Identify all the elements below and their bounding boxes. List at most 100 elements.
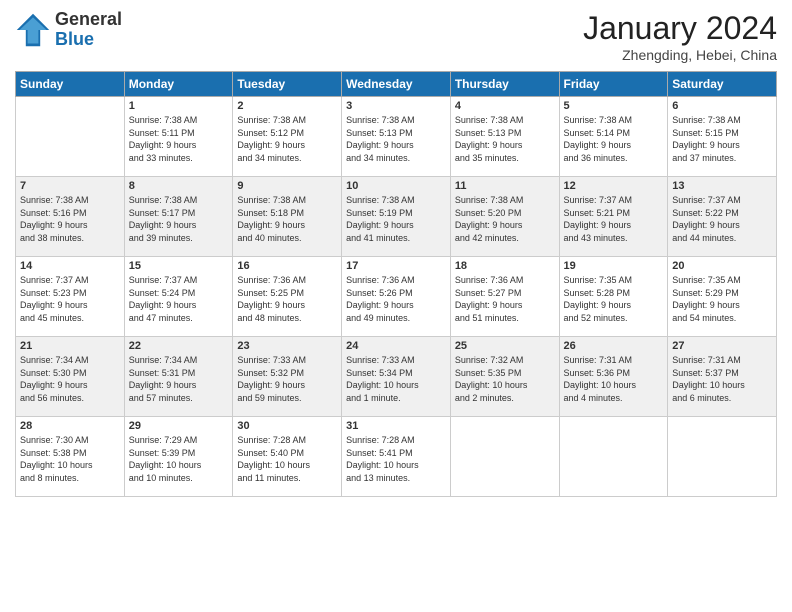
calendar-week-1: 1Sunrise: 7:38 AM Sunset: 5:11 PM Daylig… <box>16 97 777 177</box>
day-info: Sunrise: 7:33 AM Sunset: 5:32 PM Dayligh… <box>237 354 337 404</box>
calendar-cell: 22Sunrise: 7:34 AM Sunset: 5:31 PM Dayli… <box>124 337 233 417</box>
day-number: 13 <box>672 180 772 192</box>
day-info: Sunrise: 7:30 AM Sunset: 5:38 PM Dayligh… <box>20 434 120 484</box>
day-number: 6 <box>672 100 772 112</box>
calendar-cell: 1Sunrise: 7:38 AM Sunset: 5:11 PM Daylig… <box>124 97 233 177</box>
day-number: 15 <box>129 260 229 272</box>
calendar-cell: 14 Sunrise: 7:37 AM Sunset: 5:23 PM Dayli… <box>16 257 125 337</box>
calendar-cell: 5Sunrise: 7:38 AM Sunset: 5:14 PM Daylig… <box>559 97 668 177</box>
day-info: Sunrise: 7:38 AM Sunset: 5:15 PM Dayligh… <box>672 114 772 164</box>
calendar-cell: 31 Sunrise: 7:28 AM Sunset: 5:41 PM Dayli… <box>342 417 451 497</box>
calendar-cell: 21 Sunrise: 7:34 AM Sunset: 5:30 PM Dayli… <box>16 337 125 417</box>
day-number: 8 <box>129 180 229 192</box>
calendar-cell <box>668 417 777 497</box>
day-number: 7 <box>20 180 120 192</box>
day-number: 4 <box>455 100 555 112</box>
day-number: 18 <box>455 260 555 272</box>
day-number: 27 <box>672 340 772 352</box>
day-number: 29 <box>129 420 229 432</box>
day-info: Sunrise: 7:33 AM Sunset: 5:34 PM Dayligh… <box>346 354 446 404</box>
calendar-cell: 18 Sunrise: 7:36 AM Sunset: 5:27 PM Dayli… <box>450 257 559 337</box>
day-number: 12 <box>564 180 664 192</box>
col-friday: Friday <box>559 72 668 97</box>
title-block: January 2024 Zhengding, Hebei, China <box>583 10 777 63</box>
day-info: Sunrise: 7:32 AM Sunset: 5:35 PM Dayligh… <box>455 354 555 404</box>
day-number: 25 <box>455 340 555 352</box>
col-tuesday: Tuesday <box>233 72 342 97</box>
day-number: 19 <box>564 260 664 272</box>
day-info: Sunrise: 7:38 AM Sunset: 5:18 PM Dayligh… <box>237 194 337 244</box>
calendar-cell: 23 Sunrise: 7:33 AM Sunset: 5:32 PM Dayli… <box>233 337 342 417</box>
day-number: 24 <box>346 340 446 352</box>
day-info: Sunrise: 7:29 AM Sunset: 5:39 PM Dayligh… <box>129 434 229 484</box>
day-info: Sunrise: 7:37 AM Sunset: 5:23 PM Dayligh… <box>20 274 120 324</box>
day-info: Sunrise: 7:36 AM Sunset: 5:26 PM Dayligh… <box>346 274 446 324</box>
calendar-cell: 17Sunrise: 7:36 AM Sunset: 5:26 PM Dayli… <box>342 257 451 337</box>
day-info: Sunrise: 7:35 AM Sunset: 5:28 PM Dayligh… <box>564 274 664 324</box>
day-number: 3 <box>346 100 446 112</box>
day-number: 11 <box>455 180 555 192</box>
day-info: Sunrise: 7:28 AM Sunset: 5:41 PM Dayligh… <box>346 434 446 484</box>
day-number: 2 <box>237 100 337 112</box>
day-info: Sunrise: 7:38 AM Sunset: 5:16 PM Dayligh… <box>20 194 120 244</box>
day-number: 20 <box>672 260 772 272</box>
calendar-cell: 9Sunrise: 7:38 AM Sunset: 5:18 PM Daylig… <box>233 177 342 257</box>
calendar-cell: 8 Sunrise: 7:38 AM Sunset: 5:17 PM Daylig… <box>124 177 233 257</box>
header-row: Sunday Monday Tuesday Wednesday Thursday… <box>16 72 777 97</box>
calendar-body: 1Sunrise: 7:38 AM Sunset: 5:11 PM Daylig… <box>16 97 777 497</box>
calendar-table: Sunday Monday Tuesday Wednesday Thursday… <box>15 71 777 497</box>
logo-general: General <box>55 9 122 29</box>
calendar-cell: 3 Sunrise: 7:38 AM Sunset: 5:13 PM Daylig… <box>342 97 451 177</box>
day-number: 14 <box>20 260 120 272</box>
day-info: Sunrise: 7:37 AM Sunset: 5:21 PM Dayligh… <box>564 194 664 244</box>
calendar-cell: 20 Sunrise: 7:35 AM Sunset: 5:29 PM Dayli… <box>668 257 777 337</box>
day-number: 16 <box>237 260 337 272</box>
calendar-week-2: 7 Sunrise: 7:38 AM Sunset: 5:16 PM Daylig… <box>16 177 777 257</box>
day-info: Sunrise: 7:34 AM Sunset: 5:30 PM Dayligh… <box>20 354 120 404</box>
day-info: Sunrise: 7:38 AM Sunset: 5:14 PM Dayligh… <box>564 114 664 164</box>
calendar-cell: 13Sunrise: 7:37 AM Sunset: 5:22 PM Dayli… <box>668 177 777 257</box>
day-info: Sunrise: 7:38 AM Sunset: 5:17 PM Dayligh… <box>129 194 229 244</box>
col-wednesday: Wednesday <box>342 72 451 97</box>
month-title: January 2024 <box>583 10 777 47</box>
calendar-cell: 12 Sunrise: 7:37 AM Sunset: 5:21 PM Dayli… <box>559 177 668 257</box>
day-info: Sunrise: 7:35 AM Sunset: 5:29 PM Dayligh… <box>672 274 772 324</box>
day-number: 21 <box>20 340 120 352</box>
calendar-cell: 27Sunrise: 7:31 AM Sunset: 5:37 PM Dayli… <box>668 337 777 417</box>
calendar-cell: 24 Sunrise: 7:33 AM Sunset: 5:34 PM Dayli… <box>342 337 451 417</box>
calendar-cell: 29 Sunrise: 7:29 AM Sunset: 5:39 PM Dayli… <box>124 417 233 497</box>
col-thursday: Thursday <box>450 72 559 97</box>
day-info: Sunrise: 7:36 AM Sunset: 5:27 PM Dayligh… <box>455 274 555 324</box>
page-container: General Blue January 2024 Zhengding, Heb… <box>0 0 792 507</box>
col-sunday: Sunday <box>16 72 125 97</box>
day-number: 23 <box>237 340 337 352</box>
day-info: Sunrise: 7:38 AM Sunset: 5:13 PM Dayligh… <box>346 114 446 164</box>
calendar-cell: 16 Sunrise: 7:36 AM Sunset: 5:25 PM Dayli… <box>233 257 342 337</box>
calendar-cell: 6 Sunrise: 7:38 AM Sunset: 5:15 PM Daylig… <box>668 97 777 177</box>
calendar-week-3: 14 Sunrise: 7:37 AM Sunset: 5:23 PM Dayli… <box>16 257 777 337</box>
calendar-cell <box>559 417 668 497</box>
day-info: Sunrise: 7:38 AM Sunset: 5:13 PM Dayligh… <box>455 114 555 164</box>
calendar-cell: 7 Sunrise: 7:38 AM Sunset: 5:16 PM Daylig… <box>16 177 125 257</box>
calendar-cell: 2 Sunrise: 7:38 AM Sunset: 5:12 PM Daylig… <box>233 97 342 177</box>
calendar-cell: 26 Sunrise: 7:31 AM Sunset: 5:36 PM Dayli… <box>559 337 668 417</box>
calendar-cell <box>450 417 559 497</box>
day-number: 30 <box>237 420 337 432</box>
location: Zhengding, Hebei, China <box>583 47 777 63</box>
logo-icon <box>15 12 51 48</box>
day-info: Sunrise: 7:31 AM Sunset: 5:36 PM Dayligh… <box>564 354 664 404</box>
day-info: Sunrise: 7:38 AM Sunset: 5:12 PM Dayligh… <box>237 114 337 164</box>
day-number: 26 <box>564 340 664 352</box>
col-monday: Monday <box>124 72 233 97</box>
day-number: 28 <box>20 420 120 432</box>
header: General Blue January 2024 Zhengding, Heb… <box>15 10 777 63</box>
col-saturday: Saturday <box>668 72 777 97</box>
day-info: Sunrise: 7:34 AM Sunset: 5:31 PM Dayligh… <box>129 354 229 404</box>
logo-text: General Blue <box>55 10 122 50</box>
day-info: Sunrise: 7:37 AM Sunset: 5:24 PM Dayligh… <box>129 274 229 324</box>
logo: General Blue <box>15 10 122 50</box>
day-info: Sunrise: 7:36 AM Sunset: 5:25 PM Dayligh… <box>237 274 337 324</box>
calendar-cell: 10Sunrise: 7:38 AM Sunset: 5:19 PM Dayli… <box>342 177 451 257</box>
day-number: 31 <box>346 420 446 432</box>
day-number: 10 <box>346 180 446 192</box>
